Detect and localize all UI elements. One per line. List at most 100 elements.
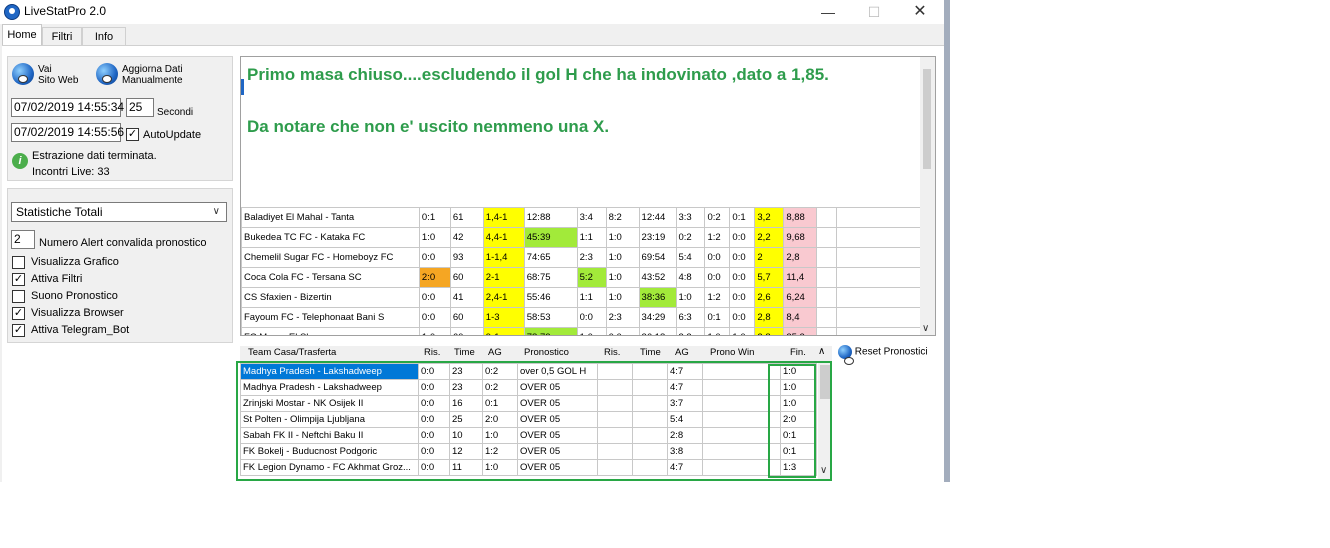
attiva-filtri-checkbox[interactable] [12, 273, 25, 286]
tab-filtri[interactable]: Filtri [42, 27, 82, 45]
tab-bar: Home Filtri Info [0, 24, 944, 46]
col-header-ag-2: AG [675, 347, 689, 358]
manual-update-button[interactable]: Aggiorna Dati Manualmente [122, 64, 183, 86]
chevron-down-icon[interactable]: ∨ [922, 323, 929, 334]
autoupdate-checkbox[interactable] [126, 128, 139, 141]
stat-cell: 0:0 [729, 267, 756, 288]
live-match-row[interactable]: FC Masr - El Shams1:0609-178:721:00:036:… [241, 327, 935, 335]
go-website-label-1: Vai [38, 64, 52, 75]
stat-cell: 1:0 [605, 267, 640, 288]
last-update-datetime[interactable]: 07/02/2019 14:55:34 [11, 98, 124, 117]
pronostici-header: Team Casa/Trasferta Ris. Time AG Pronost… [240, 346, 832, 362]
tab-home[interactable]: Home [2, 24, 42, 46]
stat-cell: 2,6 [754, 287, 785, 308]
go-website-button[interactable]: Vai Sito Web [38, 64, 78, 86]
live-matches-grid[interactable]: Baladiyet El Mahal - Tanta 0:1 61 1,4-1 12:8… [240, 56, 936, 336]
stat-cell: 58:53 [523, 307, 578, 328]
live-grid-scrollbar[interactable]: ∨ [920, 57, 935, 335]
stat-cell: 93 [449, 247, 484, 268]
stat-cell: 1:0 [675, 287, 706, 308]
suono-pronostico-label: Suono Pronostico [31, 290, 118, 302]
stat-cell: 0:0 [729, 227, 756, 248]
stat-cell: 2,4-1 [482, 287, 525, 308]
attiva-filtri-label: Attiva Filtri [31, 273, 83, 285]
stat-cell: 0:2 [675, 227, 706, 248]
match-name-cell: CS Sfaxien - Bizertin [241, 287, 420, 308]
empty-cell [816, 267, 838, 288]
live-match-row[interactable]: Fayoum FC - Telephonaat Bani S 0:0 60 1-3 58… [241, 307, 935, 328]
stat-cell: 1:0 [576, 327, 607, 335]
live-match-row[interactable]: Coca Cola FC - Tersana SC 2:0 60 2-1 68:75 5:… [241, 267, 935, 288]
stat-cell: 8,88 [783, 207, 818, 228]
stat-cell: 43:52 [638, 267, 677, 288]
reset-pronostici-button[interactable]: Reset Pronostici [838, 345, 928, 365]
title-bar: LiveStatPro 2.0 — ☐ ✕ [0, 0, 944, 24]
attiva-telegram-checkbox[interactable] [12, 324, 25, 337]
stat-cell: 6,24 [783, 287, 818, 308]
stat-cell: 5:4 [675, 247, 706, 268]
stat-cell: 1:0 [605, 247, 640, 268]
stat-cell: 45:39 [523, 227, 578, 248]
stat-cell: 5:2 [576, 267, 607, 288]
minimize-button[interactable]: — [808, 2, 848, 22]
stat-cell: 0:1 [418, 207, 451, 228]
stat-cell: 0:0 [704, 247, 731, 268]
col-header-ris-2: Ris. [604, 347, 621, 358]
seconds-input[interactable]: 25 [126, 98, 154, 117]
live-match-row[interactable]: CS Sfaxien - Bizertin 0:0 41 2,4-1 55:46 1:1 1… [241, 287, 935, 308]
attiva-telegram-label: Attiva Telegram_Bot [31, 324, 130, 336]
stat-cell: 1:0 [605, 227, 640, 248]
stat-cell: 1:2 [704, 227, 731, 248]
stat-cell: 60 [449, 327, 484, 335]
live-match-row[interactable]: Baladiyet El Mahal - Tanta 0:1 61 1,4-1 12:8… [241, 207, 935, 228]
scrollbar-thumb[interactable] [923, 69, 931, 169]
empty-cell [816, 207, 838, 228]
close-button[interactable]: ✕ [900, 2, 940, 22]
stat-cell: 0:0 [418, 247, 451, 268]
app-window: LiveStatPro 2.0 — ☐ ✕ Home Filtri Info V… [0, 0, 944, 482]
stat-cell: 0:2 [704, 207, 731, 228]
empty-cell [816, 327, 838, 335]
empty-cell [816, 227, 838, 248]
match-name-cell: Baladiyet El Mahal - Tanta [241, 207, 420, 228]
live-match-row[interactable]: Chemelil Sugar FC - Homeboyz FC 0:0 93 1-1,… [241, 247, 935, 268]
stat-cell: 12:88 [523, 207, 578, 228]
live-match-row[interactable]: Bukedea TC FC - Kataka FC 1:0 42 4,4-1 45:39… [241, 227, 935, 248]
maximize-button[interactable]: ☐ [854, 2, 894, 22]
stat-cell: 60 [449, 307, 484, 328]
stat-cell: 3:4 [576, 207, 607, 228]
chevron-up-icon[interactable]: ∧ [818, 346, 825, 357]
col-header-time: Time [454, 347, 475, 358]
stat-cell: 8,4 [783, 307, 818, 328]
match-name-cell: Chemelil Sugar FC - Homeboyz FC [241, 247, 420, 268]
statistics-select[interactable]: Statistiche Totali ∨ [11, 202, 227, 222]
stat-cell: 60 [449, 267, 484, 288]
stat-cell: 41 [449, 287, 484, 308]
visualizza-browser-checkbox[interactable] [12, 307, 25, 320]
visualizza-grafico-checkbox[interactable] [12, 256, 25, 269]
stat-cell: 1:0 [605, 287, 640, 308]
stat-cell: 2:3 [605, 307, 640, 328]
tab-info[interactable]: Info [82, 27, 126, 45]
stat-cell: 78:72 [523, 327, 578, 335]
next-update-datetime[interactable]: 07/02/2019 14:55:56 [11, 123, 124, 142]
control-group: Vai Sito Web Aggiorna Dati Manualmente 0… [7, 56, 233, 181]
alert-count-input[interactable]: 2 [11, 230, 35, 249]
stat-cell: 6:3 [675, 307, 706, 328]
match-name-cell: Fayoum FC - Telephonaat Bani S [241, 307, 420, 328]
stat-cell: 68:75 [523, 267, 578, 288]
stat-cell: 1:0 [418, 227, 451, 248]
stat-cell: 4,4-1 [482, 227, 525, 248]
stat-cell: 61 [449, 207, 484, 228]
status-text: Estrazione dati terminata. [32, 150, 157, 162]
stat-cell: 1-1,4 [482, 247, 525, 268]
visualizza-grafico-label: Visualizza Grafico [31, 256, 119, 268]
stat-cell: 3,2 [754, 207, 785, 228]
stat-cell: 0:0 [418, 287, 451, 308]
stat-cell: 2 [754, 247, 785, 268]
col-header-prono-win: Prono Win [710, 347, 755, 358]
suono-pronostico-checkbox[interactable] [12, 290, 25, 303]
live-count-text: Incontri Live: 33 [32, 166, 110, 178]
stat-cell: 2-1 [482, 267, 525, 288]
stat-cell: 1:2 [704, 287, 731, 308]
